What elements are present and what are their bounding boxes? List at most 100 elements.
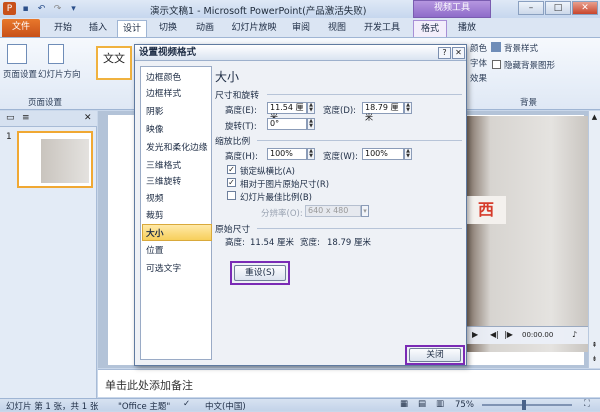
original-height-value: 11.54 厘米 xyxy=(250,238,295,248)
lock-aspect-checkbox[interactable]: ✓ xyxy=(227,165,236,174)
divider xyxy=(267,94,462,95)
tab-file[interactable]: 文件 xyxy=(2,19,40,37)
normal-view-icon[interactable]: ▦ xyxy=(400,399,408,409)
group-label-page-setup: 页面设置 xyxy=(28,98,63,108)
nav-video[interactable]: 视频 xyxy=(146,191,164,204)
nav-shadow[interactable]: 阴影 xyxy=(146,104,164,117)
help-button[interactable]: ? xyxy=(438,47,451,59)
nav-alt-text[interactable]: 可选文字 xyxy=(146,261,181,274)
best-scale-checkbox[interactable] xyxy=(227,191,236,200)
spell-check-icon[interactable]: ✓ xyxy=(183,399,190,409)
width-spinner[interactable]: ▲ ▼ xyxy=(404,102,412,114)
background-styles-button[interactable]: 背景样式 xyxy=(504,42,538,54)
height-spinner[interactable]: ▲ ▼ xyxy=(307,102,315,114)
next-slide-icon[interactable]: ⇟ xyxy=(590,355,599,364)
scroll-up-icon[interactable]: ▲ xyxy=(590,113,599,122)
zoom-level[interactable]: 75% xyxy=(455,400,474,410)
rotation-input[interactable]: 0° xyxy=(267,118,307,130)
reset-button[interactable]: 重设(S) xyxy=(234,265,286,281)
hide-background-checkbox[interactable] xyxy=(492,60,501,69)
slides-tab-icon[interactable]: ▭ xyxy=(6,113,15,123)
nav-size[interactable]: 大小 xyxy=(146,226,164,239)
page-setup-icon[interactable] xyxy=(7,44,27,64)
minimize-button[interactable]: – xyxy=(518,1,544,15)
close-dialog-button[interactable]: 关闭 xyxy=(409,348,461,362)
language-status[interactable]: 中文(中国) xyxy=(205,400,246,412)
rewind-icon[interactable]: ◀| xyxy=(490,330,499,339)
page-setup-button[interactable]: 页面设置 xyxy=(3,68,37,80)
background-styles-icon xyxy=(491,42,501,52)
tab-transitions[interactable]: 切换 xyxy=(153,20,183,37)
window-title: 演示文稿1 - Microsoft PowerPoint(产品激活失败) xyxy=(150,6,367,17)
tab-home[interactable]: 开始 xyxy=(48,20,78,37)
width-input[interactable]: 18.79 厘米 xyxy=(362,102,404,122)
zoom-slider-handle[interactable] xyxy=(522,400,526,410)
zoom-slider[interactable] xyxy=(482,404,572,406)
video-object[interactable]: 西 ▶ ◀| |▶ 00:00.00 ♪ xyxy=(466,116,588,352)
scale-height-input[interactable]: 100% xyxy=(267,148,307,160)
tab-insert[interactable]: 插入 xyxy=(83,20,113,37)
play-icon[interactable]: ▶ xyxy=(472,330,478,339)
customize-qat-icon[interactable]: ▾ xyxy=(67,2,80,15)
nav-3d-rotation[interactable]: 三维旋转 xyxy=(146,174,181,187)
fonts-button[interactable]: 字体 xyxy=(470,57,487,69)
nav-glow-soft-edges[interactable]: 发光和柔化边缘 xyxy=(146,140,208,153)
height-input[interactable]: 11.54 厘米 xyxy=(267,102,307,122)
dialog-close-icon[interactable]: ✕ xyxy=(452,47,465,59)
panel-heading: 大小 xyxy=(215,70,240,84)
scale-height-spinner[interactable]: ▲ ▼ xyxy=(307,148,315,160)
slide-thumbnail[interactable] xyxy=(17,131,93,188)
size-settings-panel: 大小 尺寸和旋转 高度(E): 11.54 厘米 ▲▼ 宽度(D): 18.79… xyxy=(215,66,462,336)
nav-border-color[interactable]: 边框颜色 xyxy=(146,70,181,83)
tab-animations[interactable]: 动画 xyxy=(190,20,220,37)
rotation-spinner[interactable]: ▲ ▼ xyxy=(307,118,315,130)
video-tools-context-label: 视频工具 xyxy=(413,0,491,18)
nav-reflection[interactable]: 映像 xyxy=(146,122,164,135)
notes-pane[interactable]: 单击此处添加备注 xyxy=(98,369,600,397)
resolution-select[interactable]: 640 x 480 xyxy=(305,205,361,217)
vertical-scrollbar[interactable]: ▲ ⇞ ⇟ xyxy=(588,111,600,368)
volume-icon[interactable]: ♪ xyxy=(572,330,577,339)
theme-thumbnail[interactable]: 文文 xyxy=(96,46,132,80)
reading-view-icon[interactable]: ▥ xyxy=(436,399,444,409)
maximize-button[interactable]: □ xyxy=(545,1,571,15)
forward-icon[interactable]: |▶ xyxy=(504,330,513,339)
relative-original-checkbox[interactable]: ✓ xyxy=(227,178,236,187)
tab-view[interactable]: 视图 xyxy=(322,20,352,37)
slide-orientation-icon[interactable] xyxy=(48,44,64,64)
tab-playback[interactable]: 播放 xyxy=(450,20,484,37)
outline-tab-icon[interactable]: ≡ xyxy=(22,113,30,123)
save-icon[interactable]: ▪ xyxy=(19,2,32,15)
theme-thumbnail-label: 文文 xyxy=(103,52,125,65)
undo-icon[interactable]: ↶ xyxy=(35,2,48,15)
colors-button[interactable]: 颜色 xyxy=(470,42,487,54)
fit-to-window-icon[interactable]: ⛶ xyxy=(584,399,590,409)
powerpoint-logo-icon: P xyxy=(3,2,16,15)
width-label: 宽度(D): xyxy=(323,106,357,116)
slide-orientation-button[interactable]: 幻灯片方向 xyxy=(38,68,81,80)
prev-slide-icon[interactable]: ⇞ xyxy=(590,341,599,350)
nav-crop[interactable]: 裁剪 xyxy=(146,208,164,221)
scale-width-input[interactable]: 100% xyxy=(362,148,404,160)
tab-review[interactable]: 审阅 xyxy=(286,20,316,37)
tab-slideshow[interactable]: 幻灯片放映 xyxy=(228,20,280,37)
sorter-view-icon[interactable]: ▤ xyxy=(418,399,426,409)
theme-name: "Office 主题" xyxy=(118,402,171,412)
effects-button[interactable]: 效果 xyxy=(470,72,487,84)
tab-developer[interactable]: 开发工具 xyxy=(358,20,406,37)
nav-position[interactable]: 位置 xyxy=(146,243,164,256)
scale-width-spinner[interactable]: ▲ ▼ xyxy=(404,148,412,160)
height-label: 高度(E): xyxy=(225,106,257,116)
tab-format[interactable]: 格式 xyxy=(413,20,447,37)
tab-design[interactable]: 设计 xyxy=(117,20,147,37)
dialog-title-text: 设置视频格式 xyxy=(139,47,197,58)
nav-border-style[interactable]: 边框样式 xyxy=(146,86,181,99)
slides-pane: ▭ ≡ ✕ 1 xyxy=(0,111,97,398)
redo-icon[interactable]: ↷ xyxy=(51,2,64,15)
close-window-button[interactable]: ✕ xyxy=(572,1,598,15)
resolution-label: 分辨率(O): xyxy=(261,209,303,219)
best-scale-label: 幻灯片最佳比例(B) xyxy=(240,193,312,203)
nav-3d-format[interactable]: 三维格式 xyxy=(146,158,181,171)
close-pane-icon[interactable]: ✕ xyxy=(84,113,92,123)
resolution-dropdown-icon[interactable]: ▾ xyxy=(361,205,369,217)
